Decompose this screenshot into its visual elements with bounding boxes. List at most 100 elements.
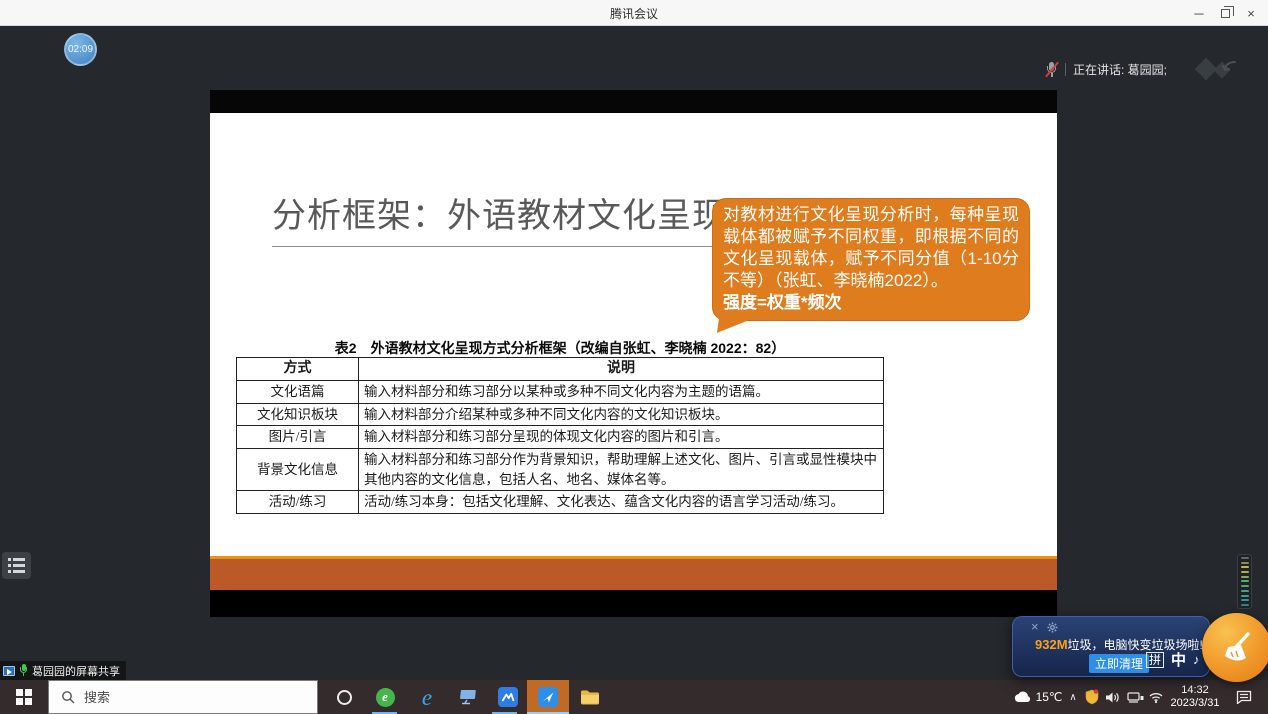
annotation-arrows-icon[interactable] bbox=[1194, 58, 1246, 82]
taskbar-item-internet-explorer[interactable]: e bbox=[407, 680, 447, 714]
window-titlebar: 腾讯会议 ─ × bbox=[0, 0, 1268, 26]
windows-logo-icon bbox=[16, 689, 32, 705]
cell-method: 背景文化信息 bbox=[237, 448, 359, 490]
cell-description: 输入材料部分和练习部分作为背景知识，帮助理解上述文化、图片、引言或显性模块中其他… bbox=[359, 448, 884, 490]
level-meter-widget bbox=[1237, 554, 1252, 609]
taskbar-item-this-pc[interactable] bbox=[448, 680, 488, 714]
table-row: 文化知识板块 输入材料部分介绍某种或多种不同文化内容的文化知识板块。 bbox=[237, 403, 884, 426]
taskbar-item-tencent-meeting-active[interactable] bbox=[527, 680, 569, 714]
mic-muted-icon bbox=[1045, 61, 1058, 78]
cell-description: 输入材料部分和练习部分以某种或多种不同文化内容为主题的语篇。 bbox=[359, 381, 884, 404]
taskbar-item-360-browser[interactable]: e bbox=[365, 680, 405, 714]
ime-bar: 拼 中 ♪ bbox=[1146, 649, 1200, 670]
green-e-browser-icon: e bbox=[376, 688, 395, 707]
taskbar-item-file-explorer[interactable] bbox=[570, 680, 610, 714]
shield-icon bbox=[1085, 689, 1099, 705]
callout-tail bbox=[717, 316, 749, 337]
tencent-meeting-icon bbox=[538, 687, 558, 707]
mountain-glyph bbox=[500, 690, 516, 704]
meeting-timer-badge[interactable]: 02:09 bbox=[64, 33, 97, 66]
close-button[interactable]: × bbox=[1238, 0, 1264, 26]
list-icon bbox=[8, 558, 25, 573]
tray-expand-chevron[interactable]: ∧ bbox=[1064, 680, 1082, 714]
screen-share-banner[interactable]: 葛园园的屏幕共享 bbox=[0, 661, 126, 680]
meeting-window: 腾讯会议 ─ × 02:09 正在讲话: 葛园园; 分析框架：外语教材文化呈现内… bbox=[0, 0, 1268, 714]
col-header-method: 方式 bbox=[237, 358, 359, 381]
col-header-description: 说明 bbox=[359, 358, 884, 381]
slide-top-bar bbox=[210, 90, 1057, 113]
mountain-app-icon bbox=[498, 687, 518, 707]
ime-mode-indicator[interactable]: 中 bbox=[1171, 649, 1186, 670]
wifi-tray-icon[interactable] bbox=[1146, 680, 1166, 714]
meeting-timer: 02:09 bbox=[68, 44, 93, 55]
cell-method: 文化语篇 bbox=[237, 381, 359, 404]
temperature-label[interactable]: 15℃ bbox=[1034, 680, 1064, 714]
pc-icon bbox=[458, 689, 478, 705]
table-caption: 表2 外语教材文化呈现方式分析框架（改编自张虹、李晓楠 2022：82） bbox=[236, 338, 884, 358]
table-header-row: 方式 说明 bbox=[237, 358, 884, 381]
popup-settings-icon[interactable] bbox=[1047, 622, 1058, 633]
tray-time: 14:32 bbox=[1181, 684, 1209, 697]
speaking-indicator: 正在讲话: 葛园园; bbox=[1045, 58, 1167, 80]
search-box[interactable] bbox=[48, 680, 318, 714]
ime-note-icon[interactable]: ♪ bbox=[1193, 652, 1200, 667]
tray-clock[interactable]: 14:32 2023/3/31 bbox=[1166, 680, 1224, 714]
framework-table: 方式 说明 文化语篇 输入材料部分和练习部分以某种或多种不同文化内容为主题的语篇… bbox=[236, 357, 884, 514]
table-row: 文化语篇 输入材料部分和练习部分以某种或多种不同文化内容为主题的语篇。 bbox=[237, 381, 884, 404]
action-center-button[interactable] bbox=[1230, 680, 1258, 714]
table-row: 活动/练习 活动/练习本身：包括文化理解、文化表达、蕴含文化内容的语言学习活动/… bbox=[237, 491, 884, 514]
speaker-icon bbox=[1105, 691, 1121, 704]
clean-now-button[interactable]: 立即清理 bbox=[1089, 654, 1149, 673]
paper-plane-glyph bbox=[541, 690, 555, 704]
table-row: 背景文化信息 输入材料部分和练习部分作为背景知识，帮助理解上述文化、图片、引言或… bbox=[237, 448, 884, 490]
taskbar-item-cortana[interactable] bbox=[324, 680, 364, 714]
tray-date: 2023/3/31 bbox=[1171, 697, 1220, 710]
ethernet-icon bbox=[1127, 691, 1144, 703]
restore-button[interactable] bbox=[1212, 0, 1238, 26]
search-input[interactable] bbox=[84, 690, 284, 705]
divider bbox=[1065, 63, 1066, 76]
shared-slide: 分析框架：外语教材文化呈现内容分析框架 对教材进行文化呈现分析时，每种呈现载体都… bbox=[210, 90, 1057, 617]
start-button[interactable] bbox=[0, 680, 48, 714]
folder-icon bbox=[580, 689, 600, 705]
cell-method: 图片/引言 bbox=[237, 426, 359, 449]
wifi-icon bbox=[1148, 691, 1164, 703]
junk-size: 932M bbox=[1035, 637, 1068, 652]
cell-description: 输入材料部分介绍某种或多种不同文化内容的文化知识板块。 bbox=[359, 403, 884, 426]
cell-method: 活动/练习 bbox=[237, 491, 359, 514]
weather-icon[interactable] bbox=[1010, 680, 1034, 714]
slide-rust-band bbox=[210, 559, 1057, 590]
broom-icon bbox=[1220, 630, 1254, 666]
ime-pinyin-indicator[interactable]: 拼 bbox=[1146, 652, 1164, 668]
restore-icon bbox=[1221, 9, 1230, 18]
callout-formula: 强度=权重*频次 bbox=[723, 292, 1019, 314]
cloud-icon bbox=[1013, 691, 1031, 703]
cleaner-app-icon[interactable] bbox=[1202, 613, 1268, 682]
ie-icon: e bbox=[422, 686, 432, 709]
cell-method: 文化知识板块 bbox=[237, 403, 359, 426]
window-title: 腾讯会议 bbox=[0, 5, 1268, 22]
network-tray-icon[interactable] bbox=[1124, 680, 1146, 714]
taskbar-item-meeting-docs[interactable] bbox=[488, 680, 528, 714]
mic-active-icon bbox=[19, 664, 28, 677]
cell-description: 输入材料部分和练习部分呈现的体现文化内容的图片和引言。 bbox=[359, 426, 884, 449]
cortana-icon bbox=[337, 690, 352, 705]
action-center-icon bbox=[1236, 690, 1252, 704]
slide-bottom-bar bbox=[210, 590, 1057, 617]
taskbar: e e bbox=[0, 680, 1268, 714]
undo-arrow-icon bbox=[1220, 59, 1240, 75]
close-icon: × bbox=[1247, 6, 1255, 21]
volume-tray-icon[interactable] bbox=[1102, 680, 1124, 714]
callout-body: 对教材进行文化呈现分析时，每种呈现载体都被赋予不同权重，即根据不同的文化呈现载体… bbox=[723, 204, 1019, 292]
search-icon bbox=[61, 690, 75, 704]
table-row: 图片/引言 输入材料部分和练习部分呈现的体现文化内容的图片和引言。 bbox=[237, 426, 884, 449]
share-banner-label: 葛园园的屏幕共享 bbox=[32, 663, 120, 679]
minimize-button[interactable]: ─ bbox=[1186, 0, 1212, 26]
speaking-label: 正在讲话: 葛园园; bbox=[1073, 61, 1167, 78]
callout-bubble: 对教材进行文化呈现分析时，每种呈现载体都被赋予不同权重，即根据不同的文化呈现载体… bbox=[712, 198, 1030, 321]
annotation-toolbar-button[interactable] bbox=[2, 552, 31, 579]
minimize-icon: ─ bbox=[1194, 6, 1203, 21]
antivirus-tray-icon[interactable] bbox=[1082, 680, 1102, 714]
cell-description: 活动/练习本身：包括文化理解、文化表达、蕴含文化内容的语言学习活动/练习。 bbox=[359, 491, 884, 514]
popup-close-icon[interactable]: × bbox=[1031, 619, 1039, 634]
